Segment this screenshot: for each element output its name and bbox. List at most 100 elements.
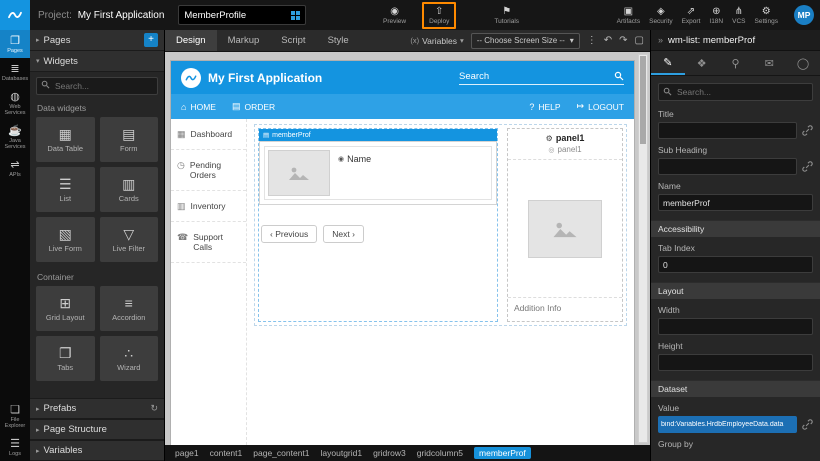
dataset-value-input[interactable] bbox=[658, 416, 797, 433]
widget-tile-form[interactable]: ▤ Form bbox=[100, 117, 159, 162]
height-input[interactable] bbox=[658, 354, 813, 371]
sidebar-item-pages[interactable]: ❐ Pages bbox=[0, 30, 30, 58]
widget-tile-list[interactable]: ☰ List bbox=[36, 167, 95, 212]
pages-grid-icon[interactable] bbox=[291, 11, 300, 20]
page-structure-section-header[interactable]: ▸ Page Structure bbox=[30, 419, 164, 440]
search-icon[interactable] bbox=[614, 71, 624, 81]
tab-properties[interactable]: ✎ bbox=[651, 51, 685, 75]
nav-order[interactable]: ▤ ORDER bbox=[232, 101, 275, 112]
breadcrumb-item-page1[interactable]: page1 bbox=[175, 448, 199, 458]
list-item-label[interactable]: ◉ Name bbox=[338, 153, 371, 165]
breadcrumb-item-memberprof[interactable]: memberProf bbox=[474, 447, 531, 459]
fullscreen-icon[interactable]: ▢ bbox=[635, 35, 644, 46]
screen-size-select[interactable]: -- Choose Screen Size -- ▾ bbox=[471, 33, 580, 49]
breadcrumb-item-page-content1[interactable]: page_content1 bbox=[253, 448, 309, 458]
pages-section-header[interactable]: ▸ Pages + bbox=[30, 30, 164, 51]
widget-tile-tabs[interactable]: ❐ Tabs bbox=[36, 336, 95, 381]
dataset-section-header[interactable]: Dataset bbox=[651, 380, 820, 397]
tab-events[interactable]: ✉ bbox=[752, 51, 786, 75]
variables-label: Variables bbox=[422, 36, 457, 46]
panel-header: ⚙ panel1 bbox=[508, 129, 622, 143]
scrollbar-thumb[interactable] bbox=[640, 56, 646, 144]
redo-icon[interactable]: ↷ bbox=[619, 35, 627, 46]
tutorials-button[interactable]: ⚑ Tutorials bbox=[494, 6, 519, 25]
selected-widget-tag[interactable]: ▤ memberProf bbox=[259, 129, 497, 141]
add-page-button[interactable]: + bbox=[144, 33, 158, 47]
tab-design[interactable]: Design bbox=[165, 30, 217, 51]
widget-tile-live-form[interactable]: ▧ Live Form bbox=[36, 217, 95, 262]
list-item[interactable]: ◉ Name bbox=[264, 146, 492, 200]
breadcrumb-item-gridcolumn5[interactable]: gridcolumn5 bbox=[417, 448, 463, 458]
export-button[interactable]: ⇗ Export bbox=[682, 6, 701, 25]
widget-search-input[interactable] bbox=[36, 77, 158, 95]
tab-styles[interactable]: ❖ bbox=[685, 51, 719, 75]
accessibility-section-header[interactable]: Accessibility bbox=[651, 220, 820, 237]
deploy-button[interactable]: ⇧ Deploy bbox=[422, 2, 456, 29]
sidenav-inventory[interactable]: ▥ Inventory bbox=[171, 191, 246, 222]
variables-section-header[interactable]: ▸ Variables bbox=[30, 440, 164, 461]
grid-row[interactable]: ▤ memberProf ◉ bbox=[254, 124, 627, 326]
sidebar-item-java-services[interactable]: ☕ Java Services bbox=[0, 120, 30, 154]
sidenav-support-calls[interactable]: ☎ Support Calls bbox=[171, 222, 246, 263]
width-input[interactable] bbox=[658, 318, 813, 335]
undo-icon[interactable]: ↶ bbox=[604, 35, 612, 46]
canvas-scrollbar[interactable] bbox=[638, 54, 648, 443]
nav-logout[interactable]: ↦ LOGOUT bbox=[577, 101, 624, 112]
settings-button[interactable]: ⚙ Settings bbox=[755, 6, 779, 25]
breadcrumb-item-content1[interactable]: content1 bbox=[210, 448, 243, 458]
bind-property-icon[interactable] bbox=[802, 419, 813, 430]
tab-security[interactable]: ◯ bbox=[786, 51, 820, 75]
tab-index-input[interactable] bbox=[658, 256, 813, 273]
panel-widget-panel1[interactable]: ⚙ panel1 ◎ panel1 bbox=[507, 128, 623, 322]
vcs-button[interactable]: ⋔ VCS bbox=[732, 6, 745, 25]
sidebar-item-databases[interactable]: ≣ Databases bbox=[0, 58, 30, 86]
list-widget-memberprof[interactable]: ▤ memberProf ◉ bbox=[258, 128, 498, 322]
wavemaker-logo-icon[interactable] bbox=[0, 0, 30, 30]
tab-style[interactable]: Style bbox=[317, 30, 360, 51]
user-avatar[interactable]: MP bbox=[794, 5, 814, 25]
nav-home[interactable]: ⌂ HOME bbox=[181, 102, 216, 112]
collapse-panel-icon[interactable]: » bbox=[658, 35, 663, 45]
previous-button[interactable]: ‹ Previous bbox=[261, 225, 317, 243]
widget-tile-data-table[interactable]: ▦ Data Table bbox=[36, 117, 95, 162]
next-button[interactable]: Next › bbox=[323, 225, 364, 243]
widget-tile-grid-layout[interactable]: ⊞ Grid Layout bbox=[36, 286, 95, 331]
tutorials-label: Tutorials bbox=[494, 18, 519, 25]
breadcrumb-item-gridrow3[interactable]: gridrow3 bbox=[373, 448, 406, 458]
kebab-menu-icon[interactable]: ⋮ bbox=[587, 35, 597, 46]
sidebar-item-logs[interactable]: ☰ Logs bbox=[0, 433, 30, 461]
preview-button[interactable]: ◉ Preview bbox=[383, 6, 406, 25]
layout-section-header[interactable]: Layout bbox=[651, 282, 820, 299]
bind-property-icon[interactable] bbox=[802, 161, 813, 172]
widget-tile-wizard[interactable]: ∴ Wizard bbox=[100, 336, 159, 381]
page-selector[interactable]: MemberProfile bbox=[178, 5, 306, 25]
breadcrumb-item-layoutgrid1[interactable]: layoutgrid1 bbox=[321, 448, 363, 458]
subheading-input[interactable] bbox=[658, 158, 797, 175]
widget-tile-cards[interactable]: ▥ Cards bbox=[100, 167, 159, 212]
widgets-section-header[interactable]: ▾ Widgets bbox=[30, 51, 164, 72]
tab-markup[interactable]: Markup bbox=[217, 30, 271, 51]
prefabs-section-header[interactable]: ▸ Prefabs ↻ bbox=[30, 398, 164, 419]
properties-search-input[interactable] bbox=[658, 83, 813, 101]
i18n-button[interactable]: ⊕ I18N bbox=[709, 6, 723, 25]
name-input[interactable] bbox=[658, 194, 813, 211]
sidenav-pending-orders[interactable]: ◷ Pending Orders bbox=[171, 150, 246, 191]
gear-icon[interactable]: ⚙ bbox=[546, 134, 553, 143]
sidebar-item-web-services[interactable]: ◍ Web Services bbox=[0, 86, 30, 120]
app-search-input[interactable] bbox=[459, 71, 610, 82]
pencil-icon: ✎ bbox=[663, 56, 672, 69]
widget-tile-live-filter[interactable]: ▽ Live Filter bbox=[100, 217, 159, 262]
widget-tile-accordion[interactable]: ≡ Accordion bbox=[100, 286, 159, 331]
sidebar-item-apis[interactable]: ⇌ APIs bbox=[0, 154, 30, 182]
security-button[interactable]: ◈ Security bbox=[649, 6, 672, 25]
refresh-icon[interactable]: ↻ bbox=[150, 403, 158, 414]
artifacts-button[interactable]: ▣ Artifacts bbox=[617, 6, 640, 25]
variables-button[interactable]: (x) Variables ▾ bbox=[410, 36, 463, 46]
tab-script[interactable]: Script bbox=[270, 30, 316, 51]
sidebar-item-file-explorer[interactable]: ❏ File Explorer bbox=[0, 399, 30, 433]
nav-help[interactable]: ? HELP bbox=[529, 102, 560, 112]
bind-property-icon[interactable] bbox=[802, 125, 813, 136]
sidenav-dashboard[interactable]: ▦ Dashboard bbox=[171, 119, 246, 150]
tab-inspect[interactable]: ⚲ bbox=[719, 51, 753, 75]
title-input[interactable] bbox=[658, 122, 797, 139]
